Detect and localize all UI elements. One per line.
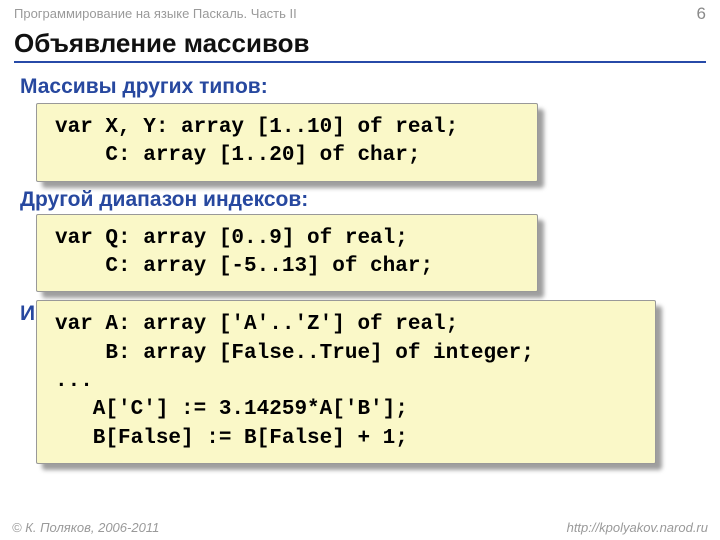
code-block-3: var A: array ['A'..'Z'] of real; B: arra…	[36, 300, 656, 464]
subheading-1: Массивы других типов:	[20, 75, 706, 99]
title-row: Объявление массивов	[0, 24, 720, 65]
content-area: Массивы других типов: var X, Y: array [1…	[0, 65, 720, 464]
code-block-1-wrap: var X, Y: array [1..10] of real; C: arra…	[36, 103, 538, 182]
top-bar: Программирование на языке Паскаль. Часть…	[0, 0, 720, 24]
course-label: Программирование на языке Паскаль. Часть…	[14, 6, 297, 21]
code-block-1: var X, Y: array [1..10] of real; C: arra…	[36, 103, 538, 182]
page-number: 6	[697, 4, 706, 24]
subheading-2: Другой диапазон индексов:	[20, 188, 706, 212]
code-block-2-wrap: var Q: array [0..9] of real; C: array [-…	[36, 214, 538, 293]
copyright: © К. Поляков, 2006-2011	[12, 520, 159, 535]
page-title: Объявление массивов	[14, 28, 706, 63]
code-block-2: var Q: array [0..9] of real; C: array [-…	[36, 214, 538, 293]
code-block-3-wrap: var A: array ['A'..'Z'] of real; B: arra…	[36, 300, 656, 464]
footer: © К. Поляков, 2006-2011 http://kpolyakov…	[0, 518, 720, 540]
footer-url: http://kpolyakov.narod.ru	[567, 520, 708, 535]
